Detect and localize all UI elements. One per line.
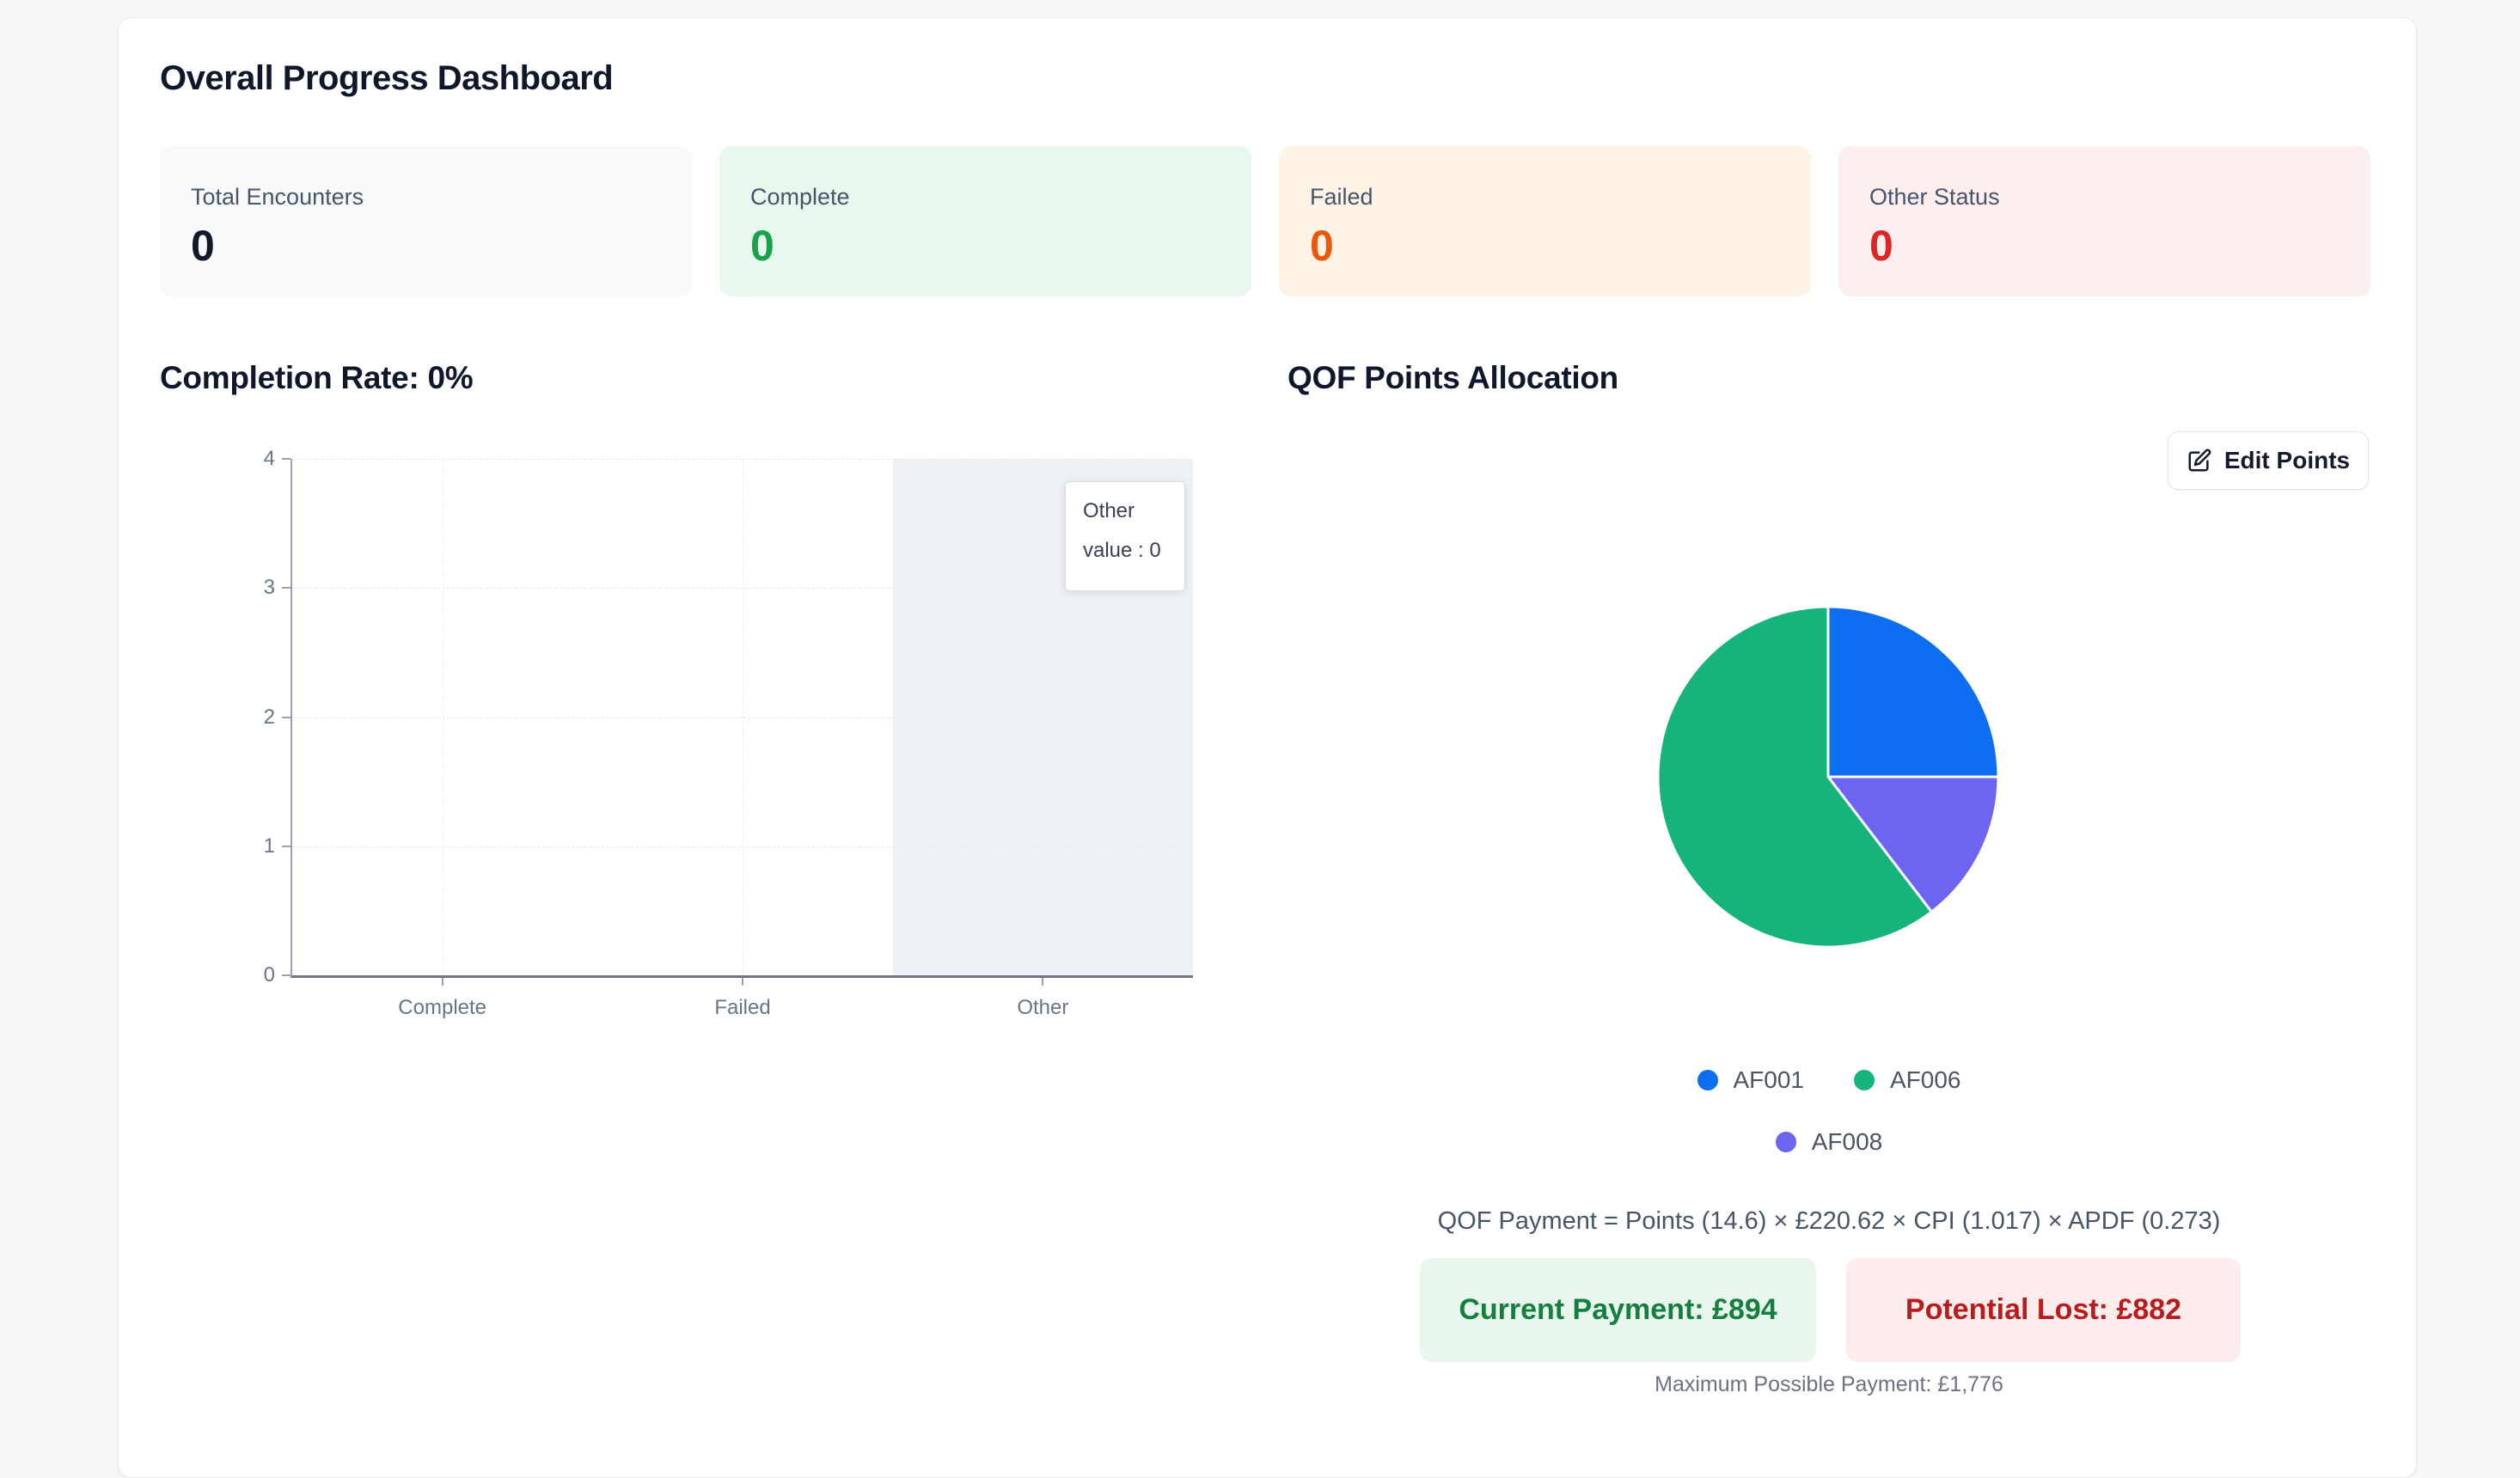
- page-title: Overall Progress Dashboard: [160, 59, 614, 97]
- edit-points-button[interactable]: Edit Points: [2168, 431, 2369, 490]
- y-axis-tick: [282, 587, 291, 589]
- legend-row: AF008: [1775, 1128, 1883, 1156]
- legend-item-af006[interactable]: AF006: [1854, 1066, 1961, 1094]
- stat-card-total-encounters: Total Encounters 0: [160, 146, 692, 296]
- dashboard-panel: Overall Progress Dashboard Total Encount…: [118, 17, 2417, 1478]
- legend-item-af001[interactable]: AF001: [1697, 1066, 1805, 1094]
- stat-card-complete: Complete 0: [719, 146, 1251, 296]
- stat-card-label: Complete: [750, 184, 850, 210]
- potential-lost-box: Potential Lost: £882: [1846, 1258, 2241, 1362]
- edit-points-label: Edit Points: [2223, 447, 2351, 473]
- stat-card-value: 0: [1869, 222, 1893, 270]
- x-tick-label: Other: [1017, 996, 1069, 1019]
- y-tick-label: 4: [263, 447, 275, 470]
- legend-item-af008[interactable]: AF008: [1775, 1128, 1883, 1156]
- completion-rate-heading: Completion Rate: 0%: [160, 360, 474, 395]
- edit-icon: [2188, 449, 2211, 472]
- stat-card-other-status: Other Status 0: [1838, 146, 2370, 296]
- pie-legend: AF001 AF006 AF008: [1288, 1066, 2370, 1156]
- y-tick-label: 1: [263, 834, 275, 858]
- qof-points-pie-chart: [1656, 605, 2000, 949]
- y-tick-label: 2: [263, 705, 275, 729]
- legend-dot-icon: [1854, 1070, 1875, 1090]
- qof-payment-formula: QOF Payment = Points (14.6) × £220.62 × …: [1437, 1207, 2221, 1235]
- x-tick-label: Failed: [714, 996, 771, 1019]
- current-payment-box: Current Payment: £894: [1420, 1258, 1816, 1362]
- y-axis-tick: [282, 845, 291, 847]
- stat-card-label: Other Status: [1869, 184, 2000, 210]
- y-tick-label: 0: [263, 963, 275, 986]
- stat-card-value: 0: [191, 222, 215, 270]
- stat-card-label: Failed: [1310, 184, 1373, 210]
- legend-row: AF001 AF006: [1697, 1066, 1961, 1094]
- x-tick-label: Complete: [398, 996, 487, 1019]
- y-axis-tick: [282, 458, 291, 460]
- stat-card-label: Total Encounters: [191, 184, 364, 210]
- y-axis-tick: [282, 716, 291, 718]
- legend-dot-icon: [1775, 1132, 1796, 1152]
- chart-tooltip: Other value : 0: [1065, 481, 1185, 591]
- legend-dot-icon: [1697, 1070, 1718, 1090]
- qof-points-heading: QOF Points Allocation: [1288, 360, 1618, 395]
- pie-slice-af001[interactable]: [1826, 605, 2000, 779]
- stat-card-failed: Failed 0: [1279, 146, 1811, 296]
- stat-cards-row: Total Encounters 0 Complete 0 Failed 0 O…: [160, 146, 2370, 296]
- legend-label: AF001: [1733, 1066, 1805, 1093]
- tooltip-value: value : 0: [1083, 539, 1161, 562]
- legend-label: AF008: [1811, 1128, 1883, 1155]
- x-axis-tick: [1042, 978, 1044, 986]
- x-axis-tick: [742, 978, 743, 986]
- y-axis-tick: [282, 974, 291, 976]
- stat-card-value: 0: [750, 222, 774, 270]
- tooltip-title: Other: [1083, 499, 1135, 522]
- completion-rate-bar-chart: 0 1 2 3 4 Complete Failed Other Other value : 0: [264, 449, 1193, 1019]
- max-payment-text: Maximum Possible Payment: £1,776: [1655, 1372, 2003, 1396]
- stat-card-value: 0: [1310, 222, 1334, 270]
- y-tick-label: 3: [263, 576, 275, 600]
- legend-label: AF006: [1890, 1066, 1961, 1093]
- x-axis-tick: [441, 978, 443, 986]
